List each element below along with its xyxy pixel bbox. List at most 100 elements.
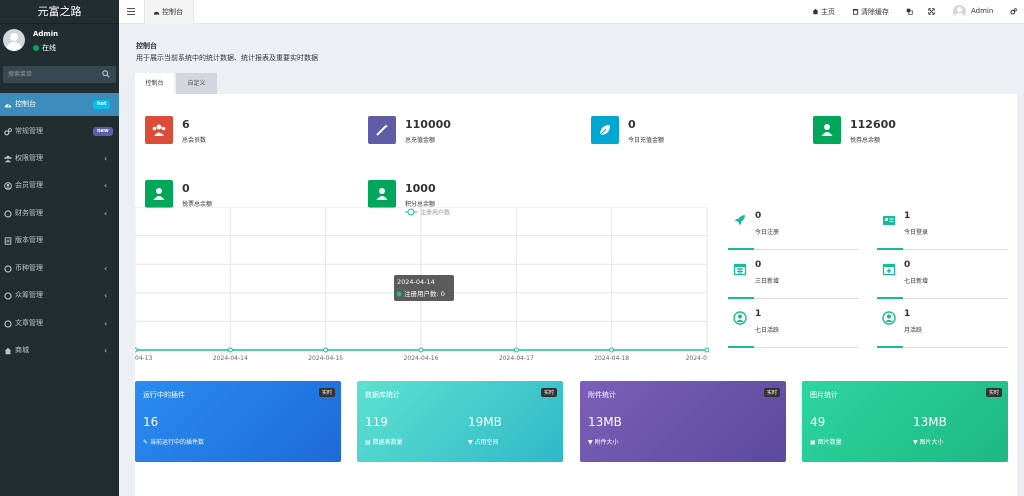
sidebar-item-permission[interactable]: 权限管理 ‹ [0, 147, 119, 170]
user-name: Admin [33, 30, 59, 38]
mini-stat-label: 三日新增 [755, 278, 780, 285]
calendar-icon [733, 263, 747, 276]
sidebar-item-mall[interactable]: 商城 ‹ [0, 339, 119, 362]
user-panel: Admin 在线 [0, 24, 119, 64]
cogs-icon [4, 128, 12, 136]
page-title: 控制台 [136, 42, 157, 50]
card-label: ▼ 图片大小 [913, 437, 944, 446]
tab-custom[interactable]: 自定义 [176, 73, 217, 94]
new-badge: new [93, 127, 113, 136]
user-status-text: 在线 [42, 44, 56, 52]
sidebar-item-member[interactable]: 会员管理 ‹ [0, 174, 119, 197]
avatar [3, 29, 25, 51]
home-link[interactable]: 主页 [821, 7, 835, 17]
mini-stat-value: 0 [755, 260, 762, 270]
stat-icon-box [368, 180, 396, 208]
mini-stat-value: 1 [904, 309, 911, 319]
menu-toggle-icon[interactable] [127, 8, 135, 16]
chevron-left-icon: ‹ [104, 264, 108, 273]
calendar-plus-icon [882, 263, 896, 276]
app-logo[interactable]: 元富之路 [0, 0, 119, 24]
card-value: 13MB [913, 415, 947, 429]
data-point [513, 347, 519, 353]
gears-icon[interactable] [1010, 8, 1017, 15]
legend-label: 注册用户数 [420, 209, 450, 217]
card-label-text: 图片大小 [919, 439, 944, 446]
card-label: ▤ 数据表数量 [365, 437, 403, 446]
card-database: 数据库统计 实时 119 ▤ 数据表数量 19MB ▼ 占用空间 [357, 381, 563, 462]
legend-marker [407, 208, 415, 216]
data-point [704, 347, 709, 353]
x-tick-label: 2024-04-15 [308, 355, 343, 362]
sidebar-item-version[interactable]: 版本管理 [0, 229, 119, 252]
sidebar-item-label: 财务管理 [15, 209, 43, 217]
mini-stat-underline [728, 346, 754, 348]
search-icon[interactable] [102, 70, 110, 78]
sidebar-item-label: 会员管理 [15, 181, 43, 189]
user-status: 在线 [33, 43, 56, 53]
dashboard-icon [153, 11, 160, 15]
sidebar-item-label: 权限管理 [15, 154, 43, 162]
tab-console[interactable]: 控制台 [135, 73, 174, 94]
mini-stat-underline [728, 297, 754, 299]
user-icon [821, 124, 833, 136]
chevron-left-icon: ‹ [104, 319, 108, 328]
translate-icon[interactable] [906, 8, 913, 15]
sidebar-item-dashboard[interactable]: 控制台 hot [0, 93, 119, 116]
clear-cache-button[interactable]: 清除缓存 [861, 7, 889, 17]
realtime-badge: 实时 [318, 388, 335, 397]
sidebar-item-currency[interactable]: 币种管理 ‹ [0, 257, 119, 280]
mini-stat-label: 七日活跃 [755, 327, 780, 334]
tooltip-date: 2024-04-14 [397, 278, 435, 286]
sidebar-item-article[interactable]: 文章管理 ‹ [0, 312, 119, 335]
home-icon [4, 347, 12, 355]
sidebar-item-label: 控制台 [15, 100, 36, 108]
database-icon: ▤ [365, 439, 373, 446]
registration-chart: 注册用户数 04-13 2024-04-14 2024-04-15 2024-04-16… [135, 207, 709, 362]
stat-value: 0 [182, 182, 190, 195]
card-title: 运行中的插件 [143, 391, 185, 399]
sidebar-item-general[interactable]: 常规管理 new [0, 120, 119, 143]
mini-stat-value: 1 [904, 211, 911, 221]
users-icon [152, 124, 166, 136]
pencil-icon: ✎ [143, 439, 150, 446]
mini-stat-label: 今日注册 [755, 229, 780, 236]
online-dot-icon [33, 45, 39, 51]
card-value: 49 [810, 415, 826, 429]
fullscreen-icon[interactable] [928, 8, 935, 15]
sidebar-item-crowdfunding[interactable]: 众筹管理 ‹ [0, 284, 119, 307]
tab-dashboard[interactable]: 控制台 [144, 0, 194, 24]
card-attachments: 附件统计 实时 13MB ▼ 附件大小 [580, 381, 786, 462]
mini-stat-underline [877, 297, 903, 299]
mini-stat-underline [877, 346, 903, 348]
circle-icon [4, 210, 12, 218]
file-icon [4, 237, 12, 245]
mini-stat-label: 今日登录 [904, 229, 929, 236]
x-tick-label: 2024-04-14 [213, 355, 248, 362]
id-card-icon [883, 216, 895, 225]
card-value: 13MB [588, 415, 622, 429]
stat-total-recharge: 110000 总充值金额 [368, 116, 578, 152]
chevron-left-icon: ‹ [104, 154, 108, 163]
sidebar-search [3, 66, 116, 83]
sidebar-item-finance[interactable]: 财务管理 ‹ [0, 202, 119, 225]
sidebar-item-label: 众筹管理 [15, 291, 43, 299]
chevron-left-icon: ‹ [104, 181, 108, 190]
circle-icon [4, 265, 12, 273]
home-icon [812, 8, 819, 15]
avatar[interactable] [953, 5, 966, 18]
user-icon [153, 188, 165, 200]
stat-value: 6 [182, 118, 190, 131]
top-header: 控制台 主页 清除缓存 Admin [119, 0, 1024, 24]
stat-value: 110000 [405, 118, 451, 131]
user-icon [376, 188, 388, 200]
data-point [227, 347, 233, 353]
magic-icon [376, 124, 389, 136]
sidebar: 元富之路 Admin 在线 控制台 hot 常规管理 new 权限管理 ‹ 会员… [0, 0, 119, 496]
user-menu[interactable]: Admin [971, 7, 993, 15]
card-title: 图片统计 [810, 391, 838, 399]
card-label-text: 占用空间 [474, 439, 499, 446]
search-input[interactable] [3, 66, 98, 83]
stat-label: 总会员数 [182, 137, 207, 144]
card-label-text: 当前运行中的插件数 [149, 439, 204, 446]
